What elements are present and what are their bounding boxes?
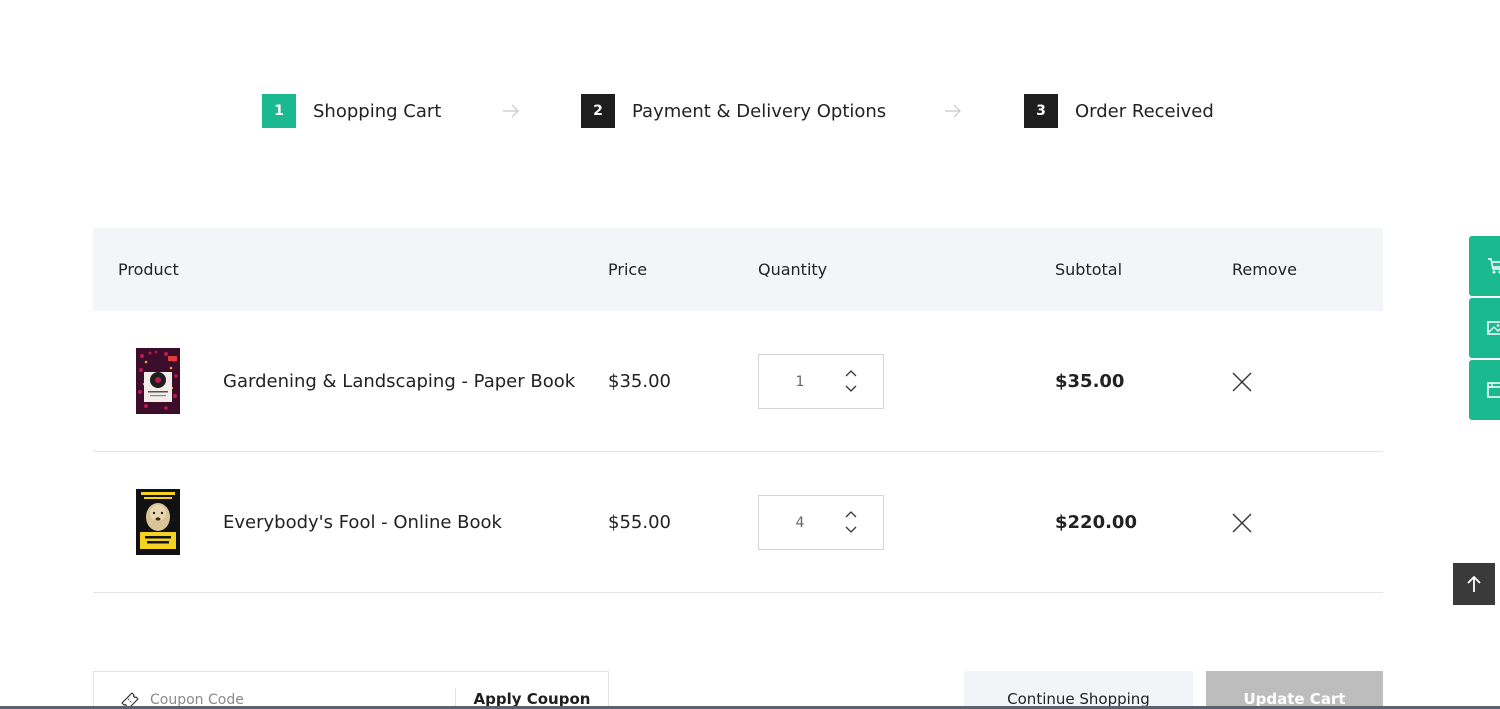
header-quantity: Quantity (758, 260, 828, 279)
remove-item-button[interactable] (1231, 371, 1253, 393)
apply-coupon-button[interactable]: Apply Coupon (456, 672, 608, 709)
header-subtotal: Subtotal (1055, 260, 1123, 279)
browser-window-icon (1487, 382, 1500, 398)
step-label: Payment & Delivery Options (632, 100, 887, 122)
scroll-to-top-button[interactable] (1453, 563, 1495, 605)
chevron-down-icon[interactable] (843, 381, 859, 396)
product-price: $55.00 (608, 512, 671, 533)
close-icon (1232, 372, 1252, 392)
header-remove: Remove (1232, 260, 1297, 279)
chevron-up-icon[interactable] (843, 366, 859, 381)
cart-table: Product Price Quantity Subtotal Remove G… (93, 228, 1383, 593)
header-price: Price (608, 260, 648, 279)
checkout-steps: 1 Shopping Cart 2 Payment & Delivery Opt… (0, 94, 1500, 128)
floating-cart-button[interactable] (1469, 236, 1500, 296)
step-number: 3 (1024, 94, 1058, 128)
step-order-received: 3 Order Received (1024, 94, 1214, 128)
product-subtotal: $35.00 (1055, 371, 1125, 392)
header-product: Product (118, 260, 179, 279)
quantity-stepper (758, 495, 884, 550)
step-shopping-cart: 1 Shopping Cart (262, 94, 441, 128)
quantity-input[interactable] (760, 497, 840, 548)
cart-icon (1488, 258, 1500, 274)
table-row: Gardening & Landscaping - Paper Book $35… (93, 311, 1383, 452)
quantity-spinner (843, 366, 859, 396)
step-number: 2 (581, 94, 615, 128)
product-name-link[interactable]: Everybody's Fool - Online Book (223, 452, 502, 593)
arrow-up-icon (1467, 575, 1481, 592)
step-payment-delivery: 2 Payment & Delivery Options (581, 94, 886, 128)
table-row: Everybody's Fool - Online Book $55.00 $2… (93, 452, 1383, 593)
close-icon (1232, 513, 1252, 533)
table-header: Product Price Quantity Subtotal Remove (93, 228, 1383, 311)
update-cart-button[interactable]: Update Cart (1206, 671, 1383, 709)
continue-shopping-button[interactable]: Continue Shopping (964, 671, 1193, 709)
product-subtotal: $220.00 (1055, 512, 1137, 533)
arrow-right-icon (503, 104, 519, 118)
product-name-link[interactable]: Gardening & Landscaping - Paper Book (223, 311, 575, 452)
image-icon (1487, 321, 1500, 335)
product-thumbnail[interactable] (136, 489, 180, 555)
remove-item-button[interactable] (1231, 512, 1253, 534)
chevron-down-icon[interactable] (843, 522, 859, 537)
step-label: Shopping Cart (313, 100, 442, 122)
quantity-input[interactable] (760, 356, 840, 407)
coupon-form: Apply Coupon (93, 671, 609, 709)
quantity-spinner (843, 507, 859, 537)
arrow-right-icon (945, 104, 961, 118)
product-price: $35.00 (608, 371, 671, 392)
step-number: 1 (262, 94, 296, 128)
floating-gallery-button[interactable] (1469, 298, 1500, 358)
floating-sidebar (1469, 236, 1500, 422)
step-label: Order Received (1075, 100, 1214, 122)
floating-window-button[interactable] (1469, 360, 1500, 420)
product-thumbnail[interactable] (136, 348, 180, 414)
chevron-up-icon[interactable] (843, 507, 859, 522)
quantity-stepper (758, 354, 884, 409)
